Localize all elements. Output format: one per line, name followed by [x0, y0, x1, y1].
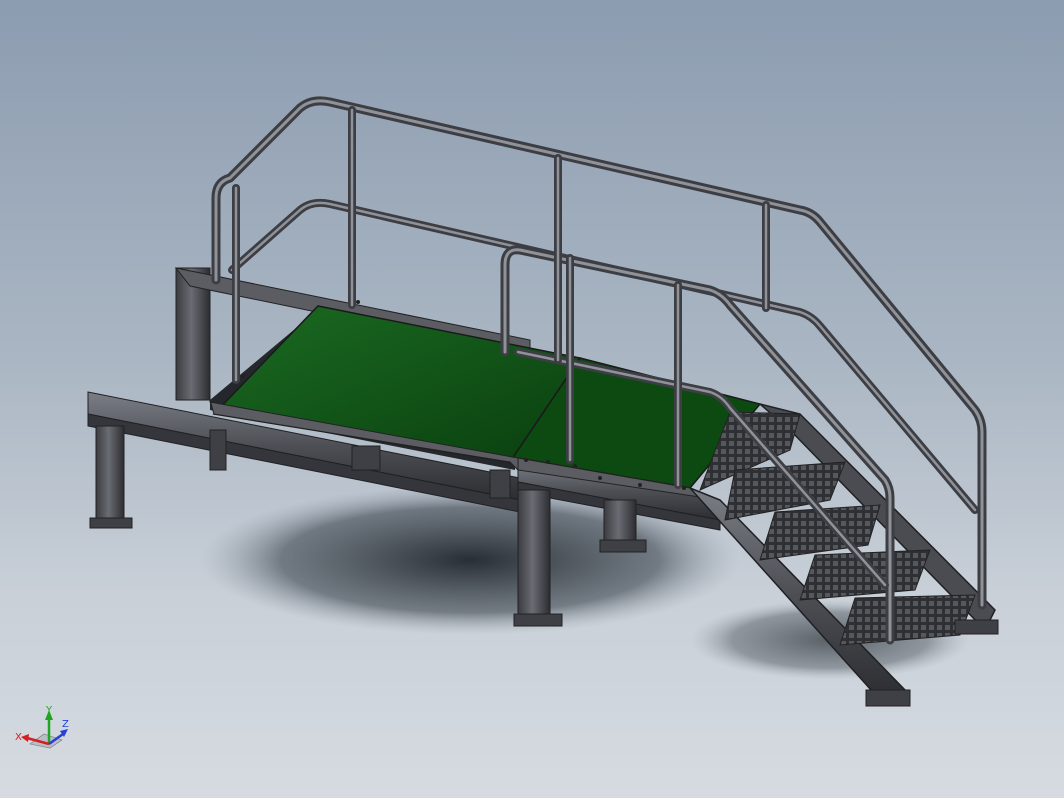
triad-y-label: Y [45, 705, 53, 716]
coordinate-triad: Y X Z [15, 705, 69, 749]
triad-x-label: X [15, 732, 22, 743]
graphics-viewport[interactable]: Y X Z [0, 0, 1064, 798]
triad-z-label: Z [62, 719, 69, 730]
stair-platform-model[interactable]: Y X Z [0, 0, 1064, 798]
